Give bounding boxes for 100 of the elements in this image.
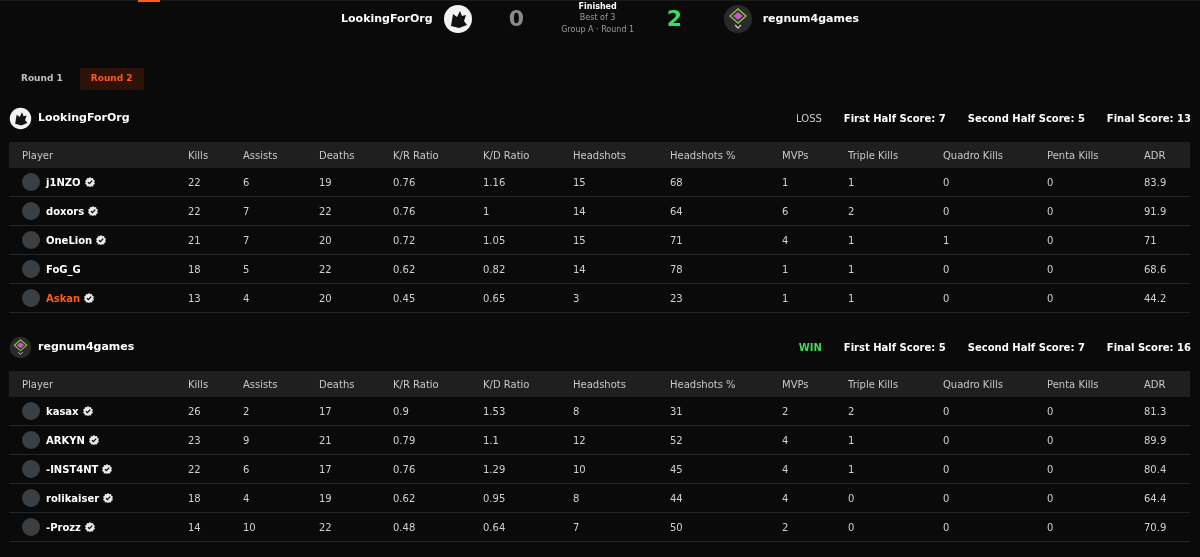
team-score: 2 — [666, 8, 683, 30]
table-cell-text: 64 — [670, 204, 684, 219]
column-header: Kills — [188, 148, 210, 163]
table-cell-text: 8 — [573, 404, 581, 419]
wolf-emblem-icon — [442, 4, 473, 34]
table-cell-text: 6 — [782, 204, 790, 219]
table-cell-text: 71 — [1144, 233, 1158, 248]
table-cell-text: 64.4 — [1144, 491, 1168, 506]
table-cell-text: 0 — [1047, 520, 1055, 535]
table-cell-text: 7 — [243, 233, 251, 248]
table-cell-text: 8 — [573, 491, 581, 506]
table-cell-text: 10 — [573, 462, 587, 477]
table-cell-text: 2 — [848, 204, 856, 219]
table-cell-text: 0 — [1047, 175, 1055, 190]
table-cell-text: 18 — [188, 262, 202, 277]
table-cell-text: 71 — [670, 233, 684, 248]
table-cell-text: 7 — [573, 520, 581, 535]
table-cell-text: 10 — [243, 520, 257, 535]
column-header: MVPs — [782, 377, 810, 392]
table-cell-text: 45 — [670, 462, 684, 477]
table-cell-text: 21 — [319, 433, 333, 448]
table-cell-text: 1 — [782, 175, 790, 190]
table-cell-text: 1 — [848, 462, 856, 477]
table-cell-text: 22 — [188, 175, 202, 190]
table-cell-text: 4 — [782, 433, 790, 448]
table-cell-text: 44 — [670, 491, 684, 506]
table-cell-text: 14 — [573, 262, 587, 277]
table-cell-text: 4 — [782, 233, 790, 248]
verified-icon — [84, 177, 95, 187]
table-cell-text: 1.29 — [483, 462, 507, 477]
table-cell-text: 0 — [943, 433, 951, 448]
table-cell-text: 0 — [1047, 433, 1055, 448]
verified-icon — [96, 235, 107, 245]
table-cell-text: 0.62 — [393, 262, 417, 277]
column-header: Headshots % — [670, 148, 737, 163]
table-cell-text: 21 — [188, 233, 202, 248]
avatar — [22, 173, 40, 191]
column-header: Quadro Kills — [943, 148, 1004, 163]
match-format: Best of 3 — [579, 12, 616, 24]
match-stage: Group A · Round 1 — [561, 24, 635, 36]
table-cell-text: 2 — [848, 404, 856, 419]
table-cell-text: 0 — [1047, 404, 1055, 419]
table-cell-text: 0.62 — [393, 491, 417, 506]
table-cell-text: 4 — [243, 491, 251, 506]
half-score: First Half Score: 7 — [843, 111, 946, 126]
verified-icon — [82, 406, 93, 416]
table-cell-text: 14 — [573, 204, 587, 219]
table-cell-text: 0 — [1047, 291, 1055, 306]
avatar — [22, 431, 40, 449]
player-name[interactable]: -Prozz — [46, 519, 95, 535]
team-name: LookingForOrg — [341, 10, 433, 27]
player-name[interactable]: -INST4NT — [46, 461, 113, 477]
table-cell-text: 1 — [848, 175, 856, 190]
wolf-emblem-icon — [9, 106, 32, 130]
table-cell-text: 7 — [243, 204, 251, 219]
table-cell-text: 22 — [188, 204, 202, 219]
player-name[interactable]: ARKYN — [46, 432, 99, 448]
column-header: Assists — [243, 377, 279, 392]
table-cell-text: 6 — [243, 175, 251, 190]
player-name[interactable]: Askan — [46, 290, 95, 306]
table-cell-text: 20 — [319, 291, 333, 306]
player-name[interactable]: rolikaiser — [46, 490, 114, 506]
table-cell-text: 83.9 — [1144, 175, 1168, 190]
table-cell-text: 4 — [782, 491, 790, 506]
round-tab[interactable]: Round 1 — [10, 68, 74, 90]
table-cell-text: 12 — [573, 433, 587, 448]
column-header: Penta Kills — [1047, 377, 1100, 392]
column-header: Headshots — [573, 377, 627, 392]
player-name[interactable]: FoG_G — [46, 261, 81, 277]
table-cell-text: 91.9 — [1144, 204, 1168, 219]
team-name: regnum4games — [38, 338, 135, 355]
table-cell-text: 0.76 — [393, 462, 417, 477]
table-cell-text: 17 — [319, 404, 333, 419]
match-result: LOSS — [796, 111, 822, 126]
column-header: Triple Kills — [848, 148, 900, 163]
team-name: LookingForOrg — [38, 109, 130, 126]
player-name[interactable]: kasax — [46, 403, 93, 419]
table-cell-text: 0 — [943, 491, 951, 506]
column-header: K/D Ratio — [483, 377, 531, 392]
team-name: regnum4games — [762, 10, 859, 27]
column-header: Triple Kills — [848, 377, 900, 392]
column-header: ADR — [1144, 148, 1167, 163]
player-name[interactable]: j1NZO — [46, 174, 95, 190]
table-cell-text: 18 — [188, 491, 202, 506]
table-cell-text: 0.79 — [393, 433, 417, 448]
table-cell-text: 0 — [1047, 462, 1055, 477]
table-cell-text: 0 — [943, 175, 951, 190]
player-name[interactable]: OneLion — [46, 232, 107, 248]
table-cell-text: 1.53 — [483, 404, 507, 419]
table-cell-text: 0 — [1047, 491, 1055, 506]
table-cell-text: 1 — [943, 233, 951, 248]
avatar — [22, 489, 40, 507]
table-cell-text: 22 — [319, 520, 333, 535]
table-cell-text: 1.16 — [483, 175, 507, 190]
table-cell-text: 9 — [243, 433, 251, 448]
column-header: MVPs — [782, 148, 810, 163]
round-tab[interactable]: Round 2 — [79, 68, 144, 90]
table-cell-text: 19 — [319, 175, 333, 190]
player-name[interactable]: doxors — [46, 203, 99, 219]
verified-icon — [103, 493, 114, 503]
